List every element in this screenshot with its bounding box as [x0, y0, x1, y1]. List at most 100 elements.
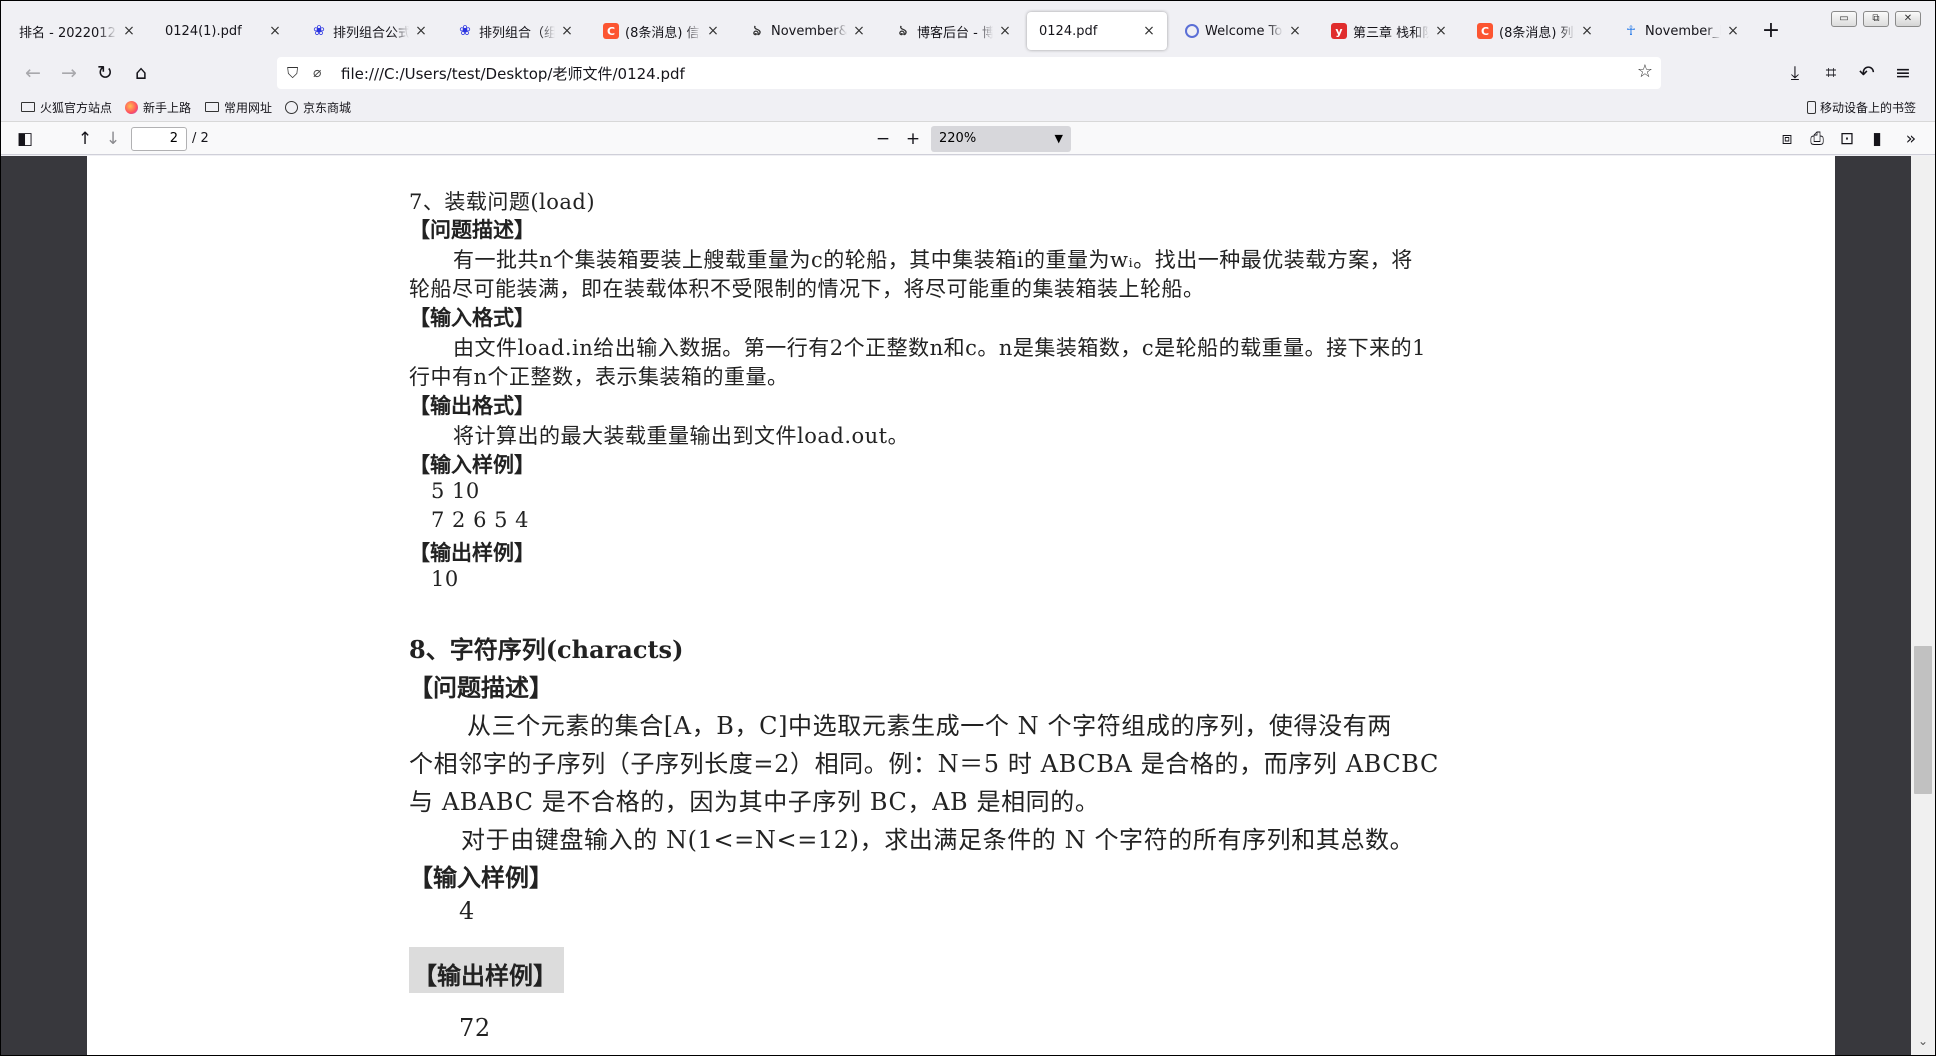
page-number-input[interactable]: 2: [131, 127, 187, 151]
tab-welcome[interactable]: Welcome To O×: [1173, 12, 1313, 50]
tab-title: (8条消息) 信息学: [625, 25, 701, 41]
page-count: / 2: [192, 131, 209, 146]
new-tab-plus-icon[interactable]: +: [1759, 19, 1783, 43]
scroll-down-arrow-icon[interactable]: ⌄: [1914, 1034, 1932, 1052]
chevron-down-icon: ▼: [1054, 132, 1063, 145]
tab-close-icon[interactable]: ×: [997, 23, 1013, 39]
reload-icon[interactable]: ↻: [91, 59, 119, 87]
section-7-desc-line-2: 轮船尽可能装满，即在装载体积不受限制的情况下，将尽可能重的集装箱装上轮船。: [409, 277, 1205, 301]
bookmark-star-icon[interactable]: ☆: [1637, 61, 1653, 82]
screenshot-crop-icon[interactable]: ⌗: [1817, 59, 1845, 87]
tab-close-icon[interactable]: ×: [705, 23, 721, 39]
sidebar-toggle-icon[interactable]: ◧: [13, 127, 37, 151]
file-page-icon[interactable]: ⌀: [313, 65, 331, 81]
section-8-sample-input-heading: 【输入样例】: [409, 863, 553, 892]
section-7-sample-output: 10: [431, 567, 459, 591]
vertical-scrollbar[interactable]: [1911, 156, 1935, 1055]
forward-arrow-icon[interactable]: →: [55, 59, 83, 87]
zoom-out-icon[interactable]: −: [871, 127, 895, 151]
address-bar[interactable]: ⛉ ⌀ file:///C:/Users/test/Desktop/老师文件/0…: [277, 57, 1661, 89]
tab-pdf-0124-active[interactable]: 0124.pdf ×: [1027, 12, 1167, 50]
tab-ranking[interactable]: 排名 - 20220123四×: [7, 12, 147, 50]
zoom-value: 220%: [939, 131, 977, 146]
bookmark-firefox-official[interactable]: 火狐官方站点: [21, 97, 112, 117]
baidu-paw-icon: ❀: [313, 23, 325, 39]
tab-close-icon[interactable]: ×: [1287, 23, 1303, 39]
tab-chapter3-stack-queue[interactable]: y 第三章 栈和队列×: [1319, 12, 1459, 50]
tab-close-icon[interactable]: ×: [267, 23, 283, 39]
section-8-desc-line-3: 与 ABABC 是不合格的，因为其中子序列 BC，AB 是相同的。: [409, 788, 1100, 816]
url-text[interactable]: file:///C:/Users/test/Desktop/老师文件/0124.…: [341, 63, 685, 84]
tab-title: 第三章 栈和队列: [1353, 25, 1429, 41]
tab-pdf-0124-1[interactable]: 0124(1).pdf ×: [153, 12, 293, 50]
tools-chevron-icon[interactable]: »: [1899, 127, 1923, 151]
bookmark-getting-started[interactable]: 新手上路: [125, 97, 191, 117]
tab-title: 0124(1).pdf: [165, 23, 242, 39]
bookmark-label: 火狐官方站点: [40, 100, 113, 115]
tab-blog-admin[interactable]: ঌ 博客后台 - 博客×: [883, 12, 1023, 50]
red-logo-icon: y: [1331, 23, 1347, 39]
csdn-icon: C: [1477, 23, 1493, 39]
tab-close-icon[interactable]: ×: [1725, 23, 1741, 39]
folder-icon: [21, 102, 35, 112]
tab-strip: 排名 - 20220123四× 0124(1).pdf× ❀排列组合公式_百× …: [1, 1, 1935, 61]
tab-close-icon[interactable]: ×: [559, 23, 575, 39]
bookmark-current-view-icon[interactable]: ▮: [1865, 127, 1889, 151]
download-icon[interactable]: ⤓: [1781, 59, 1809, 87]
section-8-desc-line-4: 对于由键盘输入的 N(1<=N<=12)，求出满足条件的 N 个字符的所有序列和…: [461, 826, 1415, 854]
restore-button[interactable]: ⧉: [1863, 11, 1889, 27]
presentation-mode-icon[interactable]: ⧈: [1775, 127, 1799, 151]
tab-title: 博客后台 - 博客: [917, 25, 993, 41]
bookmark-jd-mall[interactable]: 京东商城: [285, 97, 351, 117]
print-icon[interactable]: ⎙: [1805, 127, 1829, 151]
pdf-viewer[interactable]: 7、装载问题(load) 【问题描述】 有一批共n个集装箱要装上艘载重量为c的轮…: [1, 156, 1935, 1055]
menu-hamburger-icon[interactable]: ≡: [1889, 59, 1917, 87]
zoom-select[interactable]: 220% ▼: [931, 126, 1071, 152]
section-8-sample-output: 72: [459, 1014, 491, 1042]
globe-icon: [285, 100, 298, 114]
section-7-desc-heading: 【问题描述】: [409, 217, 535, 242]
section-8-desc-heading: 【问题描述】: [409, 673, 553, 702]
tab-title: 0124.pdf: [1039, 23, 1098, 39]
navigation-bar: ← → ↻ ⌂ ⛉ ⌀ file:///C:/Users/test/Deskto…: [1, 53, 1935, 93]
section-7-sample-output-heading: 【输出样例】: [409, 540, 535, 565]
tab-csdn-info[interactable]: C (8条消息) 信息学×: [591, 12, 731, 50]
bookmark-label: 移动设备上的书签: [1820, 100, 1917, 115]
tab-close-icon[interactable]: ×: [851, 23, 867, 39]
section-7-input-line-2: 行中有n个正整数，表示集装箱的重量。: [409, 365, 789, 389]
section-7-input-line-1: 由文件load.in给出输入数据。第一行有2个正整数n和c。n是集装箱数，c是轮…: [453, 336, 1427, 360]
bookmark-common-sites[interactable]: 常用网址: [205, 97, 272, 117]
section-7-sample-input-line-1: 5 10: [431, 479, 480, 503]
minimize-button[interactable]: ▭: [1831, 11, 1857, 27]
csdn-icon: C: [603, 23, 619, 39]
baidu-paw-icon: ❀: [459, 23, 471, 39]
tab-close-icon[interactable]: ×: [1433, 23, 1449, 39]
scrollbar-thumb[interactable]: [1914, 646, 1932, 794]
back-arrow-icon[interactable]: ←: [19, 59, 47, 87]
home-icon[interactable]: ⌂: [127, 59, 155, 87]
tab-november-rain[interactable]: ☥ November_Rai×: [1611, 12, 1751, 50]
previous-page-arrow-icon[interactable]: ↑: [73, 127, 97, 151]
tab-close-icon[interactable]: ×: [1579, 23, 1595, 39]
tab-november-blog[interactable]: ঌ November&&I×: [737, 12, 877, 50]
tab-close-icon[interactable]: ×: [413, 23, 429, 39]
tab-permutation-formula[interactable]: ❀ 排列组合公式_百×: [299, 12, 439, 50]
shield-icon[interactable]: ⛉: [287, 64, 305, 82]
next-page-arrow-icon[interactable]: ↓: [101, 127, 125, 151]
tab-csdn-train[interactable]: C (8条消息) 列车调×: [1465, 12, 1605, 50]
open-file-icon[interactable]: ⊡: [1835, 127, 1859, 151]
section-7-title: 7、装载问题(load): [409, 190, 596, 214]
zoom-in-icon[interactable]: +: [901, 127, 925, 151]
tab-close-icon[interactable]: ×: [121, 23, 137, 39]
tab-close-icon[interactable]: ×: [1141, 23, 1157, 39]
section-7-input-heading: 【输入格式】: [409, 305, 535, 330]
section-8-title: 8、字符序列(characts): [409, 635, 684, 664]
tab-permutation-combination[interactable]: ❀ 排列组合（组合×: [445, 12, 585, 50]
bookmark-mobile[interactable]: 移动设备上的书签: [1807, 97, 1916, 117]
tab-title: November&&I: [771, 23, 847, 39]
section-7-output-line-1: 将计算出的最大装载重量输出到文件load.out。: [453, 424, 910, 448]
undo-icon[interactable]: ↶: [1853, 59, 1881, 87]
close-window-button[interactable]: ✕: [1895, 11, 1921, 27]
section-8-sample-input: 4: [459, 897, 475, 925]
section-8-desc-line-2: 个相邻字的子序列（子序列长度=2）相同。例：N＝5 时 ABCBA 是合格的，而…: [409, 750, 1439, 778]
